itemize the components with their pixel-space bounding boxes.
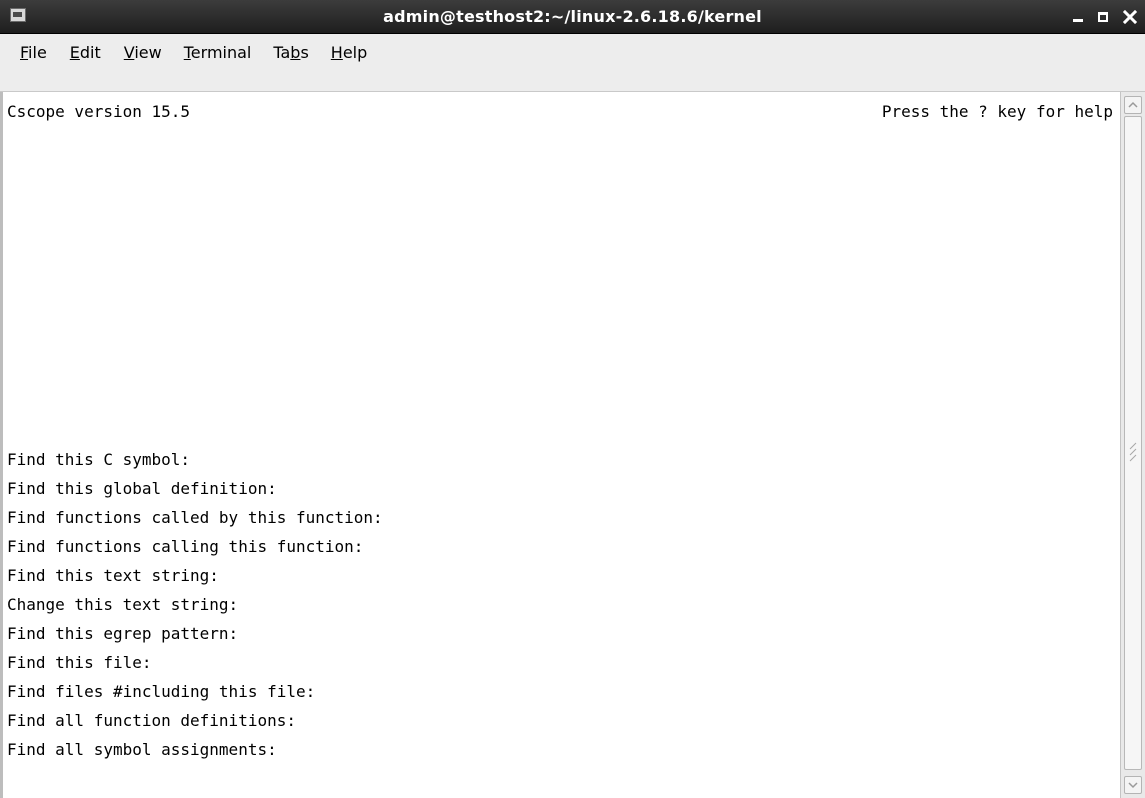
prompt-text-string[interactable]: Find this text string: bbox=[7, 566, 219, 586]
window-title: admin@testhost2:~/linux-2.6.18.6/kernel bbox=[383, 7, 762, 26]
menu-tabs[interactable]: Tabs bbox=[273, 34, 308, 72]
menu-view[interactable]: View bbox=[124, 34, 162, 72]
scrollbar-thumb[interactable] bbox=[1124, 116, 1142, 770]
minimize-button[interactable] bbox=[1069, 8, 1087, 26]
prompt-functions-called-by[interactable]: Find functions called by this function: bbox=[7, 508, 383, 528]
prompt-functions-calling[interactable]: Find functions calling this function: bbox=[7, 537, 363, 557]
prompt-symbol-assignments[interactable]: Find all symbol assignments: bbox=[7, 740, 277, 760]
menu-terminal[interactable]: Terminal bbox=[184, 34, 252, 72]
close-button[interactable] bbox=[1121, 8, 1139, 26]
minimize-icon bbox=[1073, 19, 1083, 22]
prompt-c-symbol[interactable]: Find this C symbol: bbox=[7, 450, 190, 470]
prompt-files-including[interactable]: Find files #including this file: bbox=[7, 682, 315, 702]
prompt-change-text-string[interactable]: Change this text string: bbox=[7, 595, 238, 615]
maximize-button[interactable] bbox=[1094, 8, 1112, 26]
maximize-icon bbox=[1098, 12, 1108, 22]
prompt-function-definitions[interactable]: Find all function definitions: bbox=[7, 711, 296, 731]
chevron-up-icon bbox=[1128, 101, 1138, 108]
terminal-window: admin@testhost2:~/linux-2.6.18.6/kernel … bbox=[0, 0, 1145, 798]
scroll-up-button[interactable] bbox=[1124, 96, 1142, 114]
menu-edit[interactable]: Edit bbox=[70, 34, 101, 72]
close-icon bbox=[1123, 10, 1137, 24]
title-bar[interactable]: admin@testhost2:~/linux-2.6.18.6/kernel bbox=[0, 0, 1145, 34]
grip-icon bbox=[1129, 442, 1137, 462]
prompt-file[interactable]: Find this file: bbox=[7, 653, 152, 673]
help-hint: Press the ? key for help bbox=[881, 102, 1113, 121]
menu-file[interactable]: File bbox=[20, 34, 47, 72]
menu-row: File Edit View Terminal Tabs Help bbox=[0, 34, 367, 72]
terminal-output[interactable]: Cscope version 15.5 Press the ? key for … bbox=[0, 92, 1120, 798]
vertical-scrollbar[interactable] bbox=[1120, 92, 1145, 798]
menu-bar: File Edit View Terminal Tabs Help bbox=[0, 34, 1145, 92]
chevron-down-icon bbox=[1128, 782, 1138, 789]
scroll-down-button[interactable] bbox=[1124, 776, 1142, 794]
prompt-egrep-pattern[interactable]: Find this egrep pattern: bbox=[7, 624, 238, 644]
menu-help[interactable]: Help bbox=[331, 34, 367, 72]
cscope-version: Cscope version 15.5 bbox=[7, 102, 191, 121]
prompt-global-definition[interactable]: Find this global definition: bbox=[7, 479, 277, 499]
